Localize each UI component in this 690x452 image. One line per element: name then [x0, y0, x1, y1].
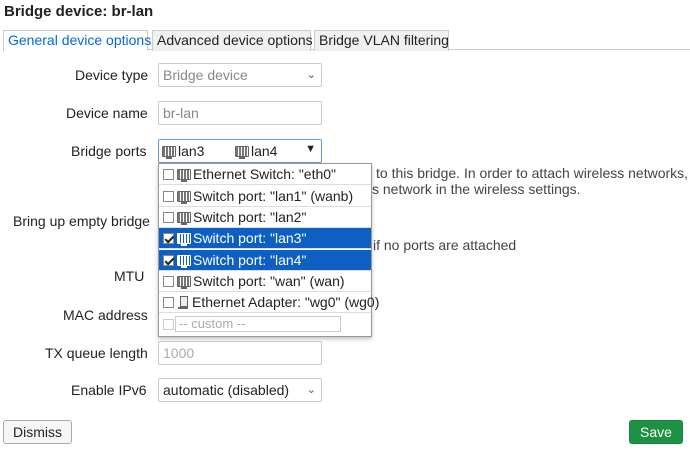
device-type-value: Bridge device — [163, 67, 248, 83]
switch-port-icon — [177, 233, 191, 246]
port-option-lan3[interactable]: Switch port: "lan3" — [159, 228, 371, 249]
switch-port-icon — [177, 191, 191, 204]
checkbox[interactable] — [163, 297, 174, 308]
triangle-down-icon[interactable]: ▼ — [305, 143, 316, 155]
selected-port-chip: lan3 — [162, 142, 204, 160]
tab-general-device-options[interactable]: General device options — [3, 30, 151, 51]
chevron-down-icon: ⌄ — [306, 69, 316, 81]
switch-port-icon — [177, 276, 191, 289]
tab-bridge-vlan-filtering[interactable]: Bridge VLAN filtering — [314, 30, 449, 51]
mac-address-label: MAC address — [63, 307, 148, 323]
port-option-wg0[interactable]: Ethernet Adapter: "wg0" (wg0) — [159, 292, 379, 313]
device-name-label: Device name — [66, 105, 148, 121]
tx-queue-length-input[interactable]: 1000 — [158, 341, 322, 365]
switch-port-icon — [235, 146, 249, 159]
bridge-ports-dropdown[interactable]: lan3 lan4 ▼ — [158, 139, 322, 163]
bring-up-empty-bridge-label: Bring up empty bridge — [13, 213, 150, 229]
tx-queue-length-label: TX queue length — [45, 345, 148, 361]
port-option-wan[interactable]: Switch port: "wan" (wan) — [159, 271, 371, 292]
device-type-label: Device type — [75, 67, 149, 83]
selected-port-chip: lan4 — [235, 142, 277, 160]
mtu-label: MTU — [114, 268, 145, 284]
dialog-title: Bridge device: br-lan — [4, 3, 154, 20]
tab-advanced-device-options[interactable]: Advanced device options — [152, 30, 313, 51]
network-adapter-icon — [177, 296, 189, 309]
save-button[interactable]: Save — [629, 420, 683, 444]
checkbox[interactable] — [163, 169, 174, 180]
bring-up-empty-bridge-description: if no ports are attached — [373, 237, 517, 253]
enable-ipv6-value: automatic (disabled) — [163, 382, 290, 398]
switch-port-icon — [177, 169, 191, 182]
switch-port-icon — [162, 146, 176, 159]
bridge-ports-label: Bridge ports — [71, 143, 147, 159]
port-option-custom: -- custom -- — [159, 314, 371, 335]
checkbox-checked[interactable] — [163, 255, 174, 266]
checkbox[interactable] — [163, 319, 174, 330]
checkbox[interactable] — [163, 191, 174, 202]
switch-port-icon — [177, 255, 191, 268]
device-name-input[interactable]: br-lan — [158, 101, 322, 125]
chevron-down-icon: ⌄ — [306, 384, 316, 396]
dismiss-button[interactable]: Dismiss — [3, 420, 72, 444]
device-type-select[interactable]: Bridge device ⌄ — [158, 63, 322, 87]
bridge-ports-description-cont: s network in the wireless settings. — [372, 181, 581, 197]
custom-port-input[interactable]: -- custom -- — [175, 316, 341, 332]
port-option-lan1[interactable]: Switch port: "lan1" (wanb) — [159, 186, 371, 207]
port-option-lan4[interactable]: Switch port: "lan4" — [159, 250, 371, 271]
port-option-lan2[interactable]: Switch port: "lan2" — [159, 207, 371, 228]
checkbox-checked[interactable] — [163, 233, 174, 244]
enable-ipv6-label: Enable IPv6 — [71, 382, 147, 398]
checkbox[interactable] — [163, 212, 174, 223]
bridge-ports-options-list: Ethernet Switch: "eth0" Switch port: "la… — [158, 163, 379, 337]
switch-port-icon — [177, 212, 191, 225]
bridge-ports-description: to this bridge. In order to attach wirel… — [376, 165, 689, 181]
port-option-eth0[interactable]: Ethernet Switch: "eth0" — [159, 164, 371, 185]
tab-bar: General device options Advanced device o… — [3, 30, 690, 51]
enable-ipv6-select[interactable]: automatic (disabled) ⌄ — [158, 378, 322, 402]
checkbox[interactable] — [163, 276, 174, 287]
